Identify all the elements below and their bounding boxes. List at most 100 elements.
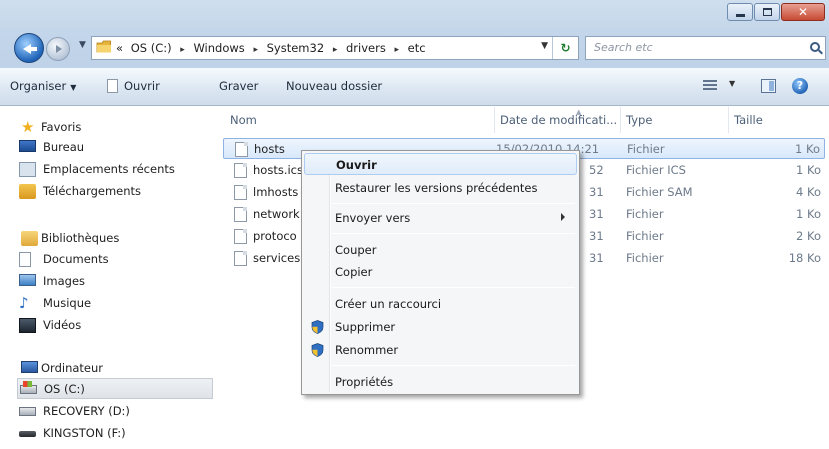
sidebar-item-downloads[interactable]: Téléchargements	[0, 181, 218, 202]
file-name: network	[253, 207, 300, 221]
address-bar[interactable]: « OS (C:) ▸ Windows ▸ System32 ▸ drivers…	[91, 36, 579, 60]
open-button[interactable]: Ouvrir	[107, 79, 160, 93]
usb-drive-icon	[19, 431, 36, 437]
column-divider[interactable]	[494, 107, 495, 133]
sidebar-item-libraries[interactable]: Bibliothèques	[0, 228, 218, 249]
menu-item-create-shortcut[interactable]: Créer un raccourci	[304, 293, 577, 315]
sidebar-item-recovery-drive[interactable]: RECOVERY (D:)	[0, 401, 218, 422]
file-icon	[234, 251, 247, 266]
open-label: Ouvrir	[124, 79, 160, 93]
preview-pane-icon[interactable]	[761, 79, 776, 93]
sidebar-item-images[interactable]: Images	[0, 271, 218, 292]
breadcrumb-item[interactable]: System32	[267, 41, 325, 55]
menu-item-properties[interactable]: Propriétés	[304, 371, 577, 393]
sidebar-item-videos[interactable]: Vidéos	[0, 315, 218, 336]
maximize-button[interactable]	[754, 3, 780, 21]
file-icon	[234, 229, 247, 244]
breadcrumb-overflow[interactable]: «	[116, 41, 123, 55]
sidebar-item-kingston-drive[interactable]: KINGSTON (F:)	[0, 423, 218, 444]
menu-item-open[interactable]: Ouvrir	[304, 153, 577, 175]
column-header-name[interactable]: Nom	[230, 107, 257, 133]
sidebar-item-label: Emplacements récents	[43, 162, 175, 176]
file-size: 18 Ko	[788, 251, 821, 265]
file-name: hosts.ics	[253, 163, 303, 177]
file-size: 2 Ko	[796, 229, 821, 243]
forward-button[interactable]	[46, 37, 70, 61]
folder-icon	[96, 40, 111, 53]
file-icon	[234, 163, 247, 178]
menu-item-delete[interactable]: Supprimer	[304, 316, 577, 338]
menu-separator	[332, 287, 575, 288]
column-header-type[interactable]: Type	[626, 107, 652, 133]
file-type: Fichier SAM	[626, 185, 693, 199]
new-folder-button[interactable]: Nouveau dossier	[286, 79, 382, 93]
column-header-size[interactable]: Taille	[734, 107, 763, 133]
breadcrumb-chevron-icon[interactable]: ▸	[333, 45, 338, 55]
file-date: 31	[589, 251, 604, 265]
sidebar-item-music[interactable]: ♪ Musique	[0, 293, 218, 314]
views-dropdown-icon[interactable]: ▼	[729, 79, 735, 88]
file-size: 1 Ko	[795, 142, 820, 156]
file-type: Fichier	[627, 142, 665, 156]
sidebar-item-favorites[interactable]: ★ Favoris	[0, 117, 218, 138]
search-input[interactable]: Search etc	[585, 36, 826, 60]
file-type: Fichier	[626, 251, 664, 265]
sidebar-item-documents[interactable]: Documents	[0, 249, 218, 270]
file-type: Fichier	[626, 229, 664, 243]
minimize-button[interactable]	[727, 3, 753, 21]
sidebar-item-computer[interactable]: Ordinateur	[0, 358, 218, 379]
recent-pages-dropdown[interactable]: ▼	[79, 40, 86, 50]
menu-item-rename[interactable]: Renommer	[304, 339, 577, 361]
close-icon: ✕	[797, 5, 809, 19]
file-icon	[235, 142, 248, 157]
file-size: 1 Ko	[796, 207, 821, 221]
refresh-icon: ↻	[560, 41, 571, 55]
file-name: lmhosts	[253, 185, 299, 199]
organize-button[interactable]: Organiser ▼	[10, 79, 76, 93]
menu-item-restore-previous-versions[interactable]: Restaurer les versions précédentes	[304, 177, 577, 199]
breadcrumb-item[interactable]: etc	[408, 41, 426, 55]
menu-item-label: Créer un raccourci	[335, 297, 442, 311]
address-dropdown-icon[interactable]: ▼	[541, 41, 548, 51]
menu-item-send-to[interactable]: Envoyer vers	[304, 207, 577, 229]
column-divider[interactable]	[728, 107, 729, 133]
refresh-button[interactable]: ↻	[552, 37, 578, 59]
menu-item-label: Supprimer	[335, 320, 396, 334]
pictures-icon	[19, 274, 36, 286]
computer-icon	[21, 361, 38, 373]
sidebar-item-desktop[interactable]: Bureau	[0, 137, 218, 158]
sidebar-item-label: Vidéos	[43, 318, 82, 332]
back-button[interactable]	[14, 33, 44, 63]
sidebar-item-label: Images	[43, 274, 86, 288]
help-icon[interactable]: ?	[792, 78, 808, 94]
breadcrumb-chevron-icon[interactable]: ▸	[253, 45, 258, 55]
breadcrumb-chevron-icon[interactable]: ▸	[394, 45, 399, 55]
sidebar-item-recent-places[interactable]: Emplacements récents	[0, 159, 218, 180]
menu-item-label: Renommer	[335, 343, 399, 357]
column-header-date[interactable]: Date de modificati...	[500, 107, 617, 133]
breadcrumb-item[interactable]: Windows	[193, 41, 244, 55]
sidebar-item-os-drive[interactable]: OS (C:)	[17, 378, 213, 399]
navigation-pane: ★ Favoris Bureau Emplacements récents Té…	[0, 107, 218, 449]
organize-label: Organiser	[10, 79, 67, 93]
views-icon[interactable]	[703, 80, 717, 92]
sidebar-item-label: KINGSTON (F:)	[43, 426, 126, 440]
window-controls: ✕	[726, 3, 825, 21]
breadcrumb-chevron-icon[interactable]: ▸	[180, 45, 185, 55]
menu-item-cut[interactable]: Couper	[304, 239, 577, 261]
menu-item-copy[interactable]: Copier	[304, 261, 577, 283]
file-name: protoco	[253, 229, 297, 243]
burn-label: Graver	[219, 79, 259, 93]
file-icon	[234, 207, 247, 222]
breadcrumb-item[interactable]: OS (C:)	[131, 41, 172, 55]
menu-item-label: Copier	[335, 265, 373, 279]
breadcrumb-item[interactable]: drivers	[346, 41, 386, 55]
sidebar-item-label: RECOVERY (D:)	[43, 404, 130, 418]
file-icon	[107, 79, 118, 93]
burn-button[interactable]: Graver	[219, 79, 258, 93]
sidebar-item-label: Musique	[43, 296, 92, 310]
close-button[interactable]: ✕	[781, 3, 825, 21]
search-icon[interactable]	[810, 42, 820, 52]
menu-item-label: Propriétés	[335, 375, 394, 389]
column-divider[interactable]	[620, 107, 621, 133]
